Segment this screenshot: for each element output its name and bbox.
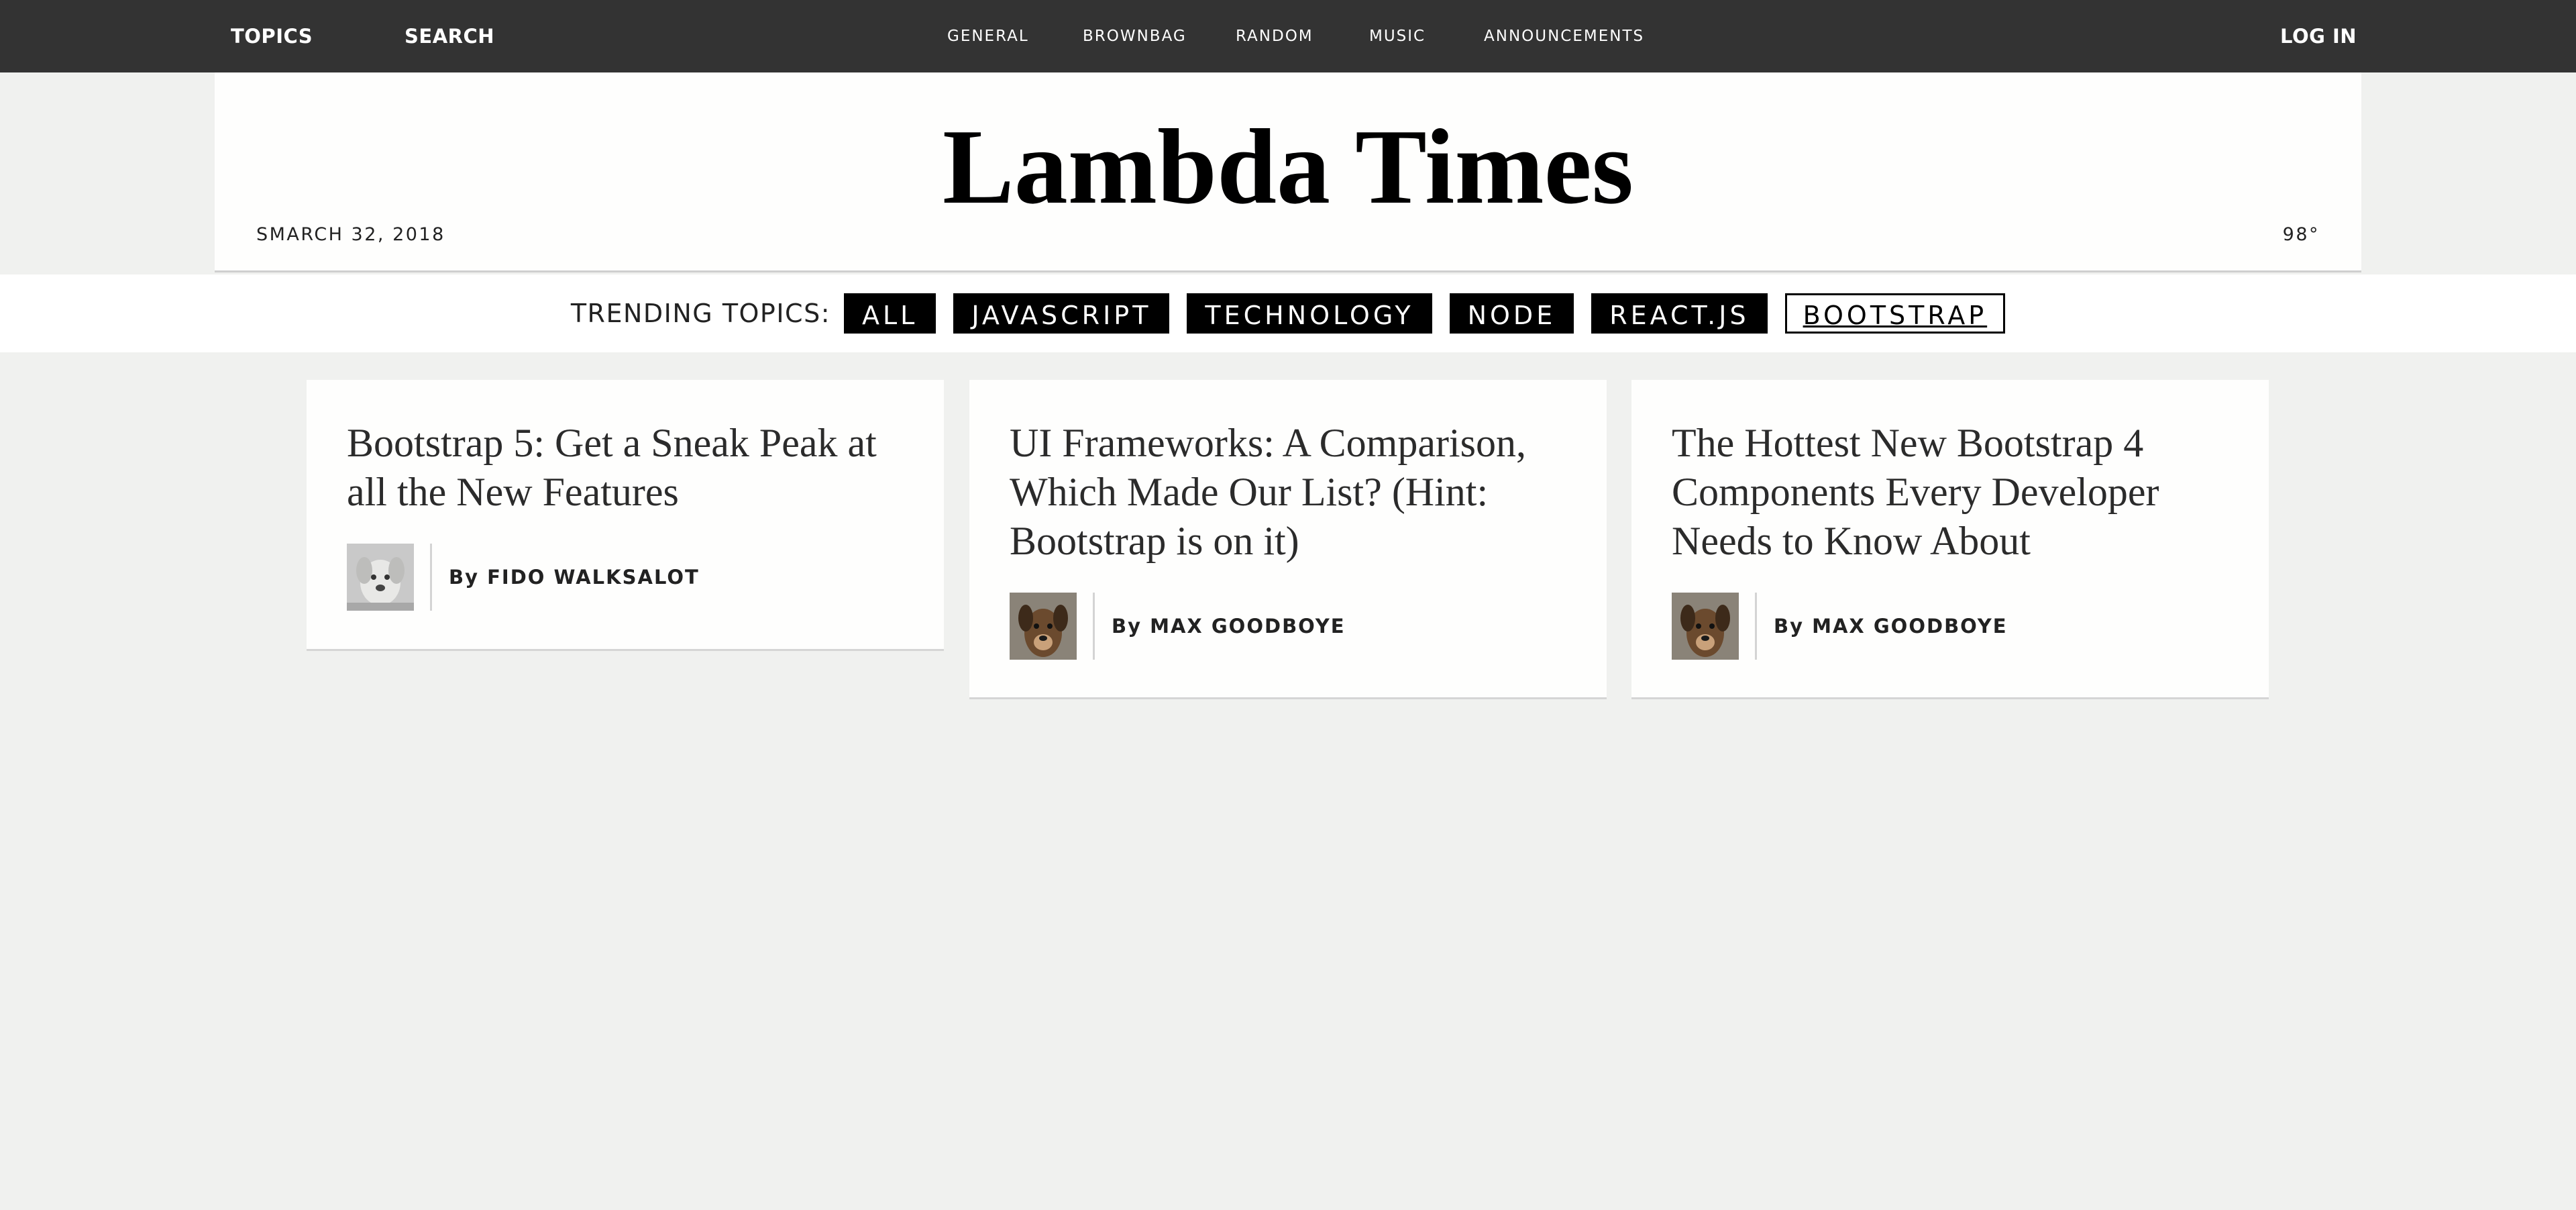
byline-prefix: By bbox=[1112, 615, 1142, 638]
author-byline: By FIDO WALKSALOT bbox=[449, 544, 700, 611]
avatar-divider bbox=[430, 544, 432, 611]
avatar-divider bbox=[1755, 593, 1757, 660]
article-card[interactable]: The Hottest New Bootstrap 4 Components E… bbox=[1631, 380, 2269, 699]
article-headline: Bootstrap 5: Get a Sneak Peak at all the… bbox=[347, 421, 877, 514]
author-avatar bbox=[1672, 593, 1739, 660]
article-headline: UI Frameworks: A Comparison, Which Made … bbox=[1010, 421, 1526, 563]
masthead: Lambda Times SMARCH 32, 2018 98° bbox=[215, 72, 2361, 272]
author-row: By FIDO WALKSALOT bbox=[347, 544, 917, 611]
article-card[interactable]: UI Frameworks: A Comparison, Which Made … bbox=[969, 380, 1607, 699]
author-name: MAX GOODBOYE bbox=[1150, 615, 1346, 638]
nav-brownbag[interactable]: BROWNBAG bbox=[1083, 0, 1187, 72]
author-name: FIDO WALKSALOT bbox=[487, 566, 700, 589]
byline-prefix: By bbox=[449, 566, 480, 589]
nav-random[interactable]: RANDOM bbox=[1236, 0, 1313, 72]
topic-tag-node[interactable]: NODE bbox=[1449, 293, 1574, 334]
author-byline: By MAX GOODBOYE bbox=[1774, 593, 2008, 660]
topic-tag-technology[interactable]: TECHNOLOGY bbox=[1187, 293, 1432, 334]
header-temperature: 98° bbox=[2282, 224, 2320, 245]
topic-tag-bootstrap[interactable]: BOOTSTRAP bbox=[1784, 293, 2006, 334]
site-title: Lambda Times bbox=[943, 107, 1633, 226]
author-row: By MAX GOODBOYE bbox=[1010, 593, 1580, 660]
trending-topics-bar: TRENDING TOPICS: ALL JAVASCRIPT TECHNOLO… bbox=[0, 274, 2576, 352]
header-date: SMARCH 32, 2018 bbox=[256, 224, 445, 245]
search-link[interactable]: SEARCH bbox=[405, 0, 494, 72]
author-name: MAX GOODBOYE bbox=[1812, 615, 2008, 638]
author-row: By MAX GOODBOYE bbox=[1672, 593, 2242, 660]
topics-link[interactable]: TOPICS bbox=[231, 0, 313, 72]
topic-tag-all[interactable]: ALL bbox=[844, 293, 936, 334]
avatar-divider bbox=[1093, 593, 1095, 660]
article-card[interactable]: Bootstrap 5: Get a Sneak Peak at all the… bbox=[307, 380, 944, 651]
topic-tag-javascript[interactable]: JAVASCRIPT bbox=[953, 293, 1170, 334]
login-link[interactable]: LOG IN bbox=[2280, 0, 2357, 72]
top-nav-bar: TOPICS SEARCH GENERAL BROWNBAG RANDOM MU… bbox=[0, 0, 2576, 72]
trending-topics-label: TRENDING TOPICS: bbox=[570, 299, 831, 328]
author-avatar bbox=[347, 544, 414, 611]
author-avatar bbox=[1010, 593, 1077, 660]
nav-general[interactable]: GENERAL bbox=[947, 0, 1029, 72]
byline-prefix: By bbox=[1774, 615, 1805, 638]
article-headline: The Hottest New Bootstrap 4 Components E… bbox=[1672, 421, 2159, 563]
author-byline: By MAX GOODBOYE bbox=[1112, 593, 1346, 660]
nav-announcements[interactable]: ANNOUNCEMENTS bbox=[1484, 0, 1644, 72]
topic-tag-reactjs[interactable]: REACT.JS bbox=[1591, 293, 1768, 334]
nav-music[interactable]: MUSIC bbox=[1369, 0, 1426, 72]
